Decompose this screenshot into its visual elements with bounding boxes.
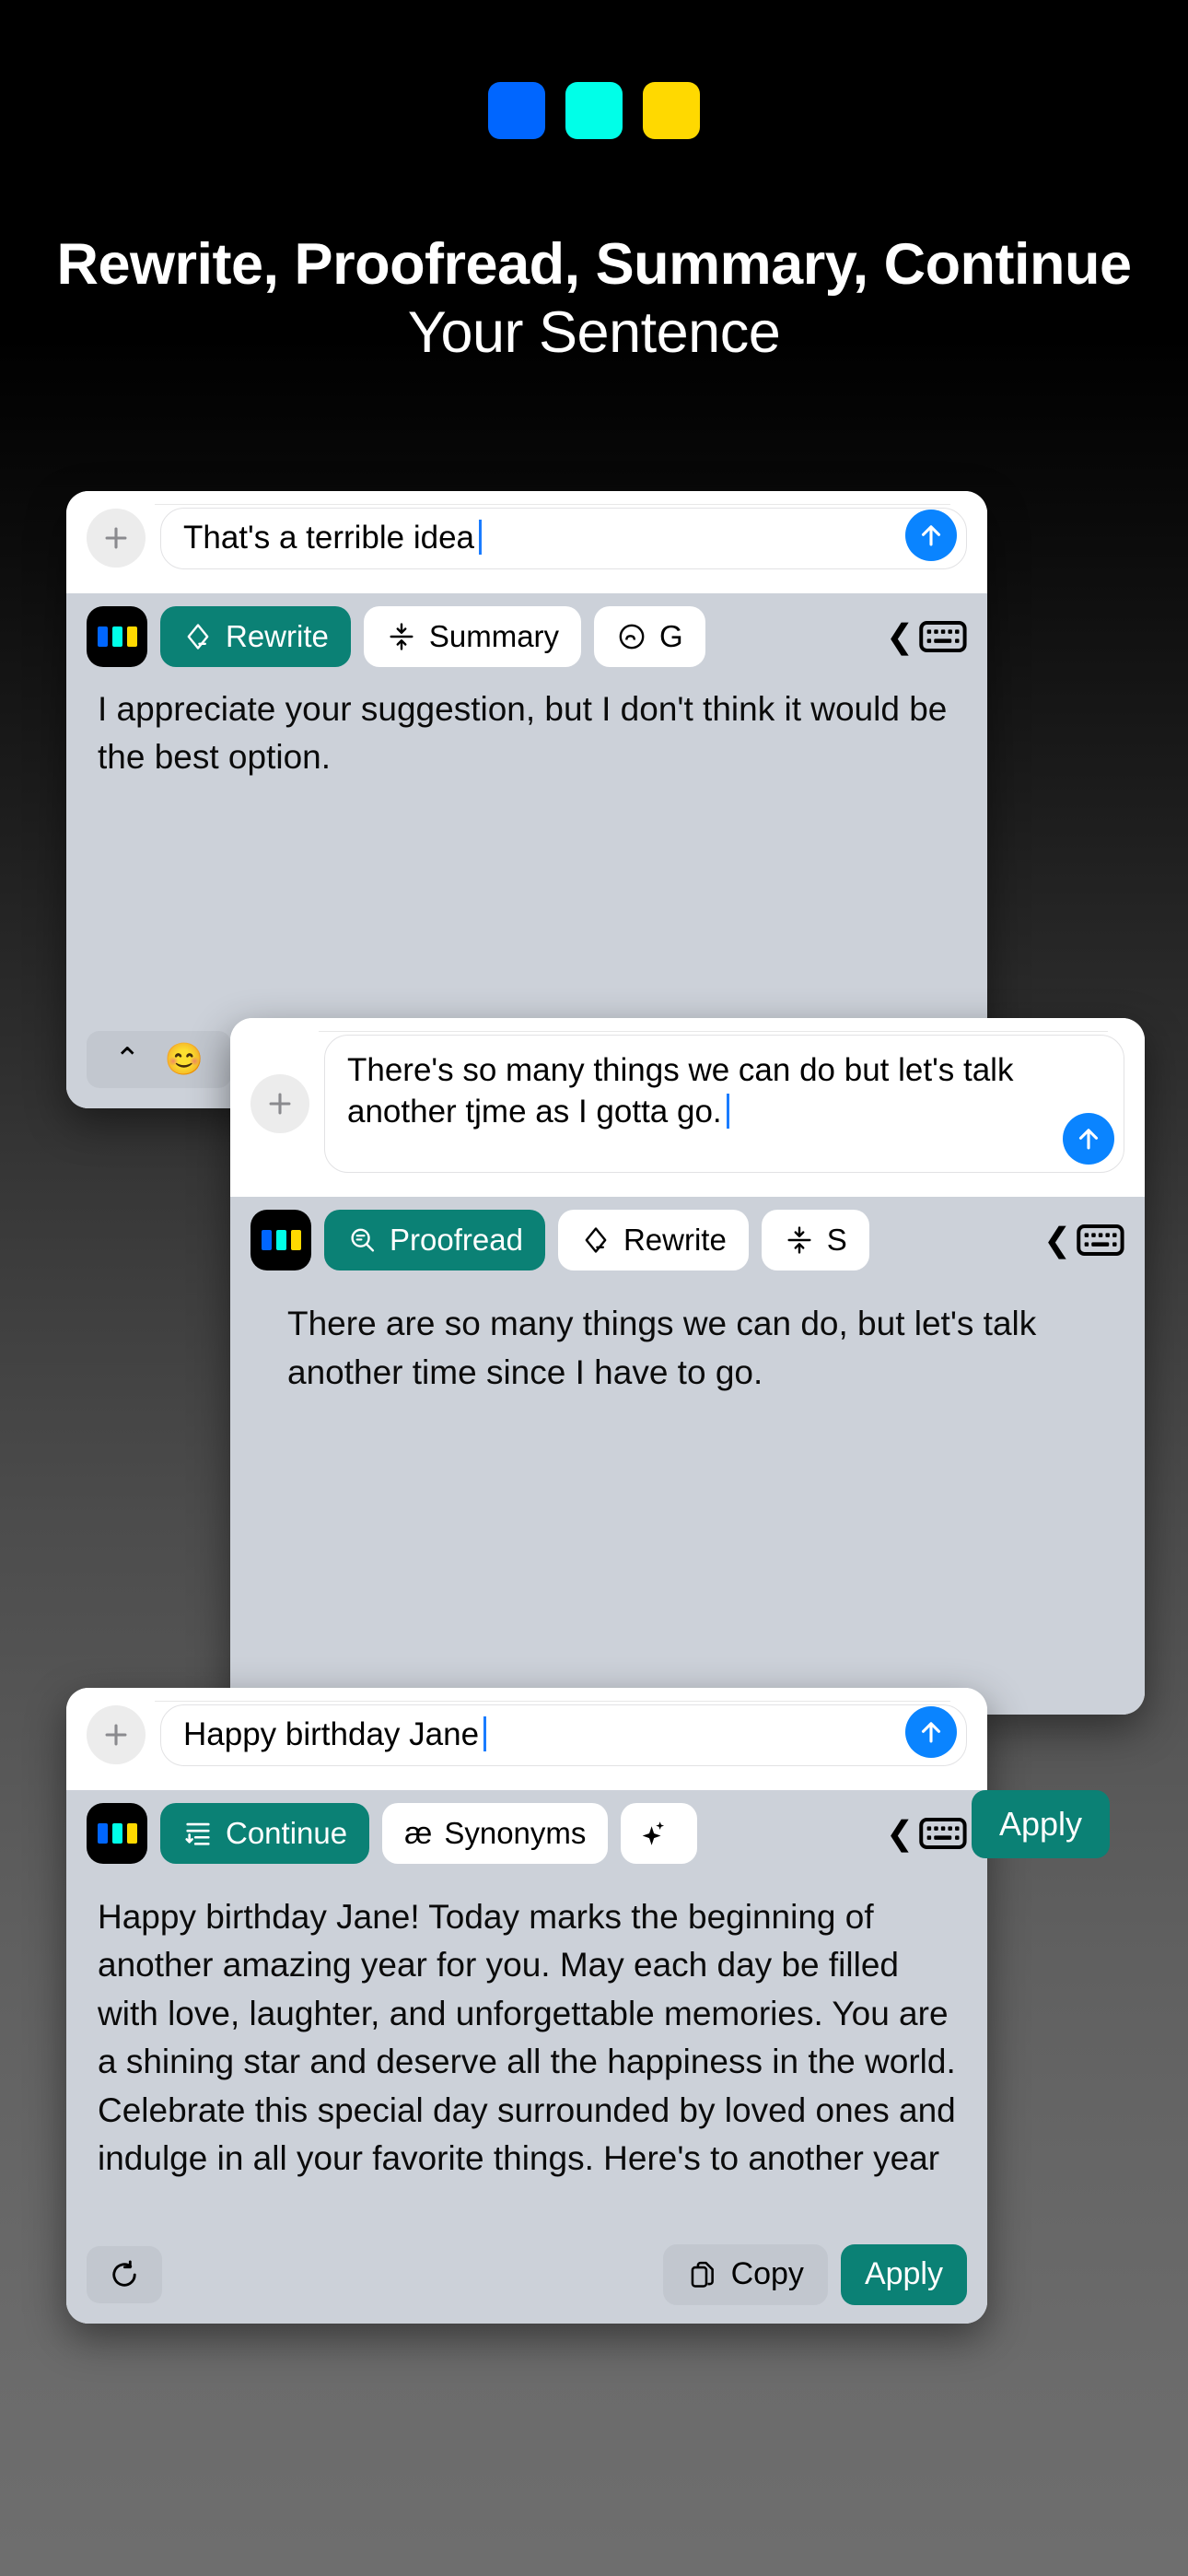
text-caret [726, 1093, 729, 1129]
chip-label: Proofread [390, 1223, 523, 1257]
apply-label: Apply [864, 2256, 943, 2292]
logo-square-blue [488, 82, 545, 139]
arrow-up-icon [921, 525, 941, 546]
keyboard-accessory-3: Continue æ Synonyms ❮ Happy birthday Jan… [66, 1789, 987, 2324]
keyboard-icon [919, 620, 967, 652]
keyboard-icon [1077, 1224, 1124, 1257]
headline-bold: Rewrite, Proofread, Summary, Continue [56, 232, 1132, 297]
text-field-2[interactable]: There's so many things we can do but let… [324, 1035, 1124, 1173]
app-icon-2[interactable] [250, 1210, 311, 1270]
send-button-1[interactable] [905, 509, 957, 561]
continue-icon [185, 1822, 210, 1845]
chip-rewrite-2[interactable]: Rewrite [557, 1210, 749, 1270]
input-value-1: That's a terrible idea [183, 520, 475, 556]
grammar-icon [619, 624, 645, 650]
chip-label: S [826, 1223, 847, 1257]
add-attachment-button[interactable] [87, 509, 146, 568]
text-caret [483, 1716, 487, 1751]
add-attachment-button-2[interactable] [250, 1074, 309, 1133]
synonyms-icon: æ [404, 1815, 433, 1851]
chip-label: Rewrite [623, 1223, 727, 1257]
rewrite-icon [187, 624, 209, 650]
chip-label: Continue [226, 1815, 348, 1850]
input-value-2: There's so many things we can do but let… [347, 1052, 1023, 1130]
result-text-1: I appreciate your suggestion, but I don'… [66, 679, 987, 782]
summary-icon [787, 1226, 811, 1254]
keyboard-accessory-2: Proofread Rewrite S ❮ There are so many … [230, 1197, 1145, 1715]
promo-screen: Rewrite, Proofread, Summary, Continue Yo… [0, 0, 1188, 2576]
keyboard-toggle-3[interactable]: ❮ [886, 1802, 974, 1864]
copy-label: Copy [730, 2256, 804, 2292]
rewrite-icon [585, 1227, 607, 1253]
logo-square-cyan [565, 82, 623, 139]
text-field-3[interactable]: Happy birthday Jane [160, 1704, 967, 1766]
chip-label: Summary [428, 618, 560, 653]
logo-square-yellow [643, 82, 700, 139]
chevron-left-icon: ❮ [1043, 1221, 1072, 1259]
chip-continue-3[interactable]: Continue [160, 1802, 370, 1864]
input-value-3: Happy birthday Jane [183, 1716, 480, 1752]
action-toolbar-1: Rewrite Summary G [66, 593, 987, 680]
text-caret [479, 520, 483, 555]
chip-sparkle-3[interactable] [621, 1802, 698, 1864]
action-toolbar-3: Continue æ Synonyms [66, 1790, 987, 1877]
message-input-row: That's a terrible idea [66, 491, 987, 593]
message-input-row-3: Happy birthday Jane [66, 1688, 987, 1790]
add-attachment-button-3[interactable] [87, 1705, 146, 1765]
chip-label: G [659, 618, 683, 653]
message-input-row-2: There's so many things we can do but let… [230, 1018, 1145, 1197]
apply-button-2[interactable]: Apply [972, 1790, 1111, 1858]
plus-icon [105, 1724, 127, 1746]
plus-icon [269, 1093, 291, 1115]
summary-icon [390, 623, 413, 650]
copy-button[interactable]: Copy [662, 2243, 828, 2305]
apply-button-3[interactable]: Apply [840, 2243, 967, 2305]
result-text-3: Happy birthday Jane! Today marks the beg… [66, 1876, 987, 2231]
copy-icon [691, 2261, 714, 2288]
chip-summary-2[interactable]: S [761, 1210, 869, 1270]
chip-synonyms-3[interactable]: æ Synonyms [382, 1802, 609, 1864]
plus-icon [105, 527, 127, 549]
app-logo [0, 82, 1188, 139]
action-toolbar-2: Proofread Rewrite S [230, 1197, 1145, 1283]
card-rewrite: That's a terrible idea Rewrite Summary G… [66, 491, 987, 1108]
text-field-1[interactable]: That's a terrible idea [160, 508, 967, 569]
chip-label: Synonyms [444, 1815, 587, 1850]
regenerate-button[interactable] [87, 2245, 162, 2303]
smiley-emoji: 😊 [164, 1041, 204, 1077]
result-text-2: There are so many things we can do, but … [230, 1283, 1145, 1398]
chevron-left-icon: ❮ [886, 1813, 914, 1852]
send-button-2[interactable] [1063, 1113, 1114, 1165]
send-button-3[interactable] [905, 1705, 957, 1758]
chip-proofread-2[interactable]: Proofread [324, 1210, 545, 1270]
chip-grammar-1[interactable]: G [594, 605, 705, 667]
card-continue: Happy birthday Jane Continue æ Synonyms [66, 1688, 987, 2324]
sparkle-icon [643, 1821, 665, 1845]
keyboard-toggle-2[interactable]: ❮ [1043, 1210, 1132, 1270]
chevron-up-icon: ⌃ [114, 1041, 141, 1077]
app-icon-3[interactable] [87, 1802, 147, 1864]
emoji-toggle-1[interactable]: ⌃ 😊 [87, 1030, 231, 1088]
app-icon-1[interactable] [87, 605, 147, 667]
page-title: Rewrite, Proofread, Summary, Continue Yo… [0, 230, 1188, 368]
refresh-icon [112, 2260, 136, 2287]
chip-rewrite-1[interactable]: Rewrite [160, 605, 351, 667]
keyboard-icon [919, 1817, 967, 1849]
result-actions-3: Copy Apply [66, 2231, 987, 2324]
arrow-up-icon [1078, 1129, 1099, 1150]
arrow-up-icon [921, 1722, 941, 1743]
card-proofread: There's so many things we can do but let… [230, 1018, 1145, 1715]
chip-summary-1[interactable]: Summary [363, 605, 582, 667]
chip-label: Rewrite [226, 618, 329, 653]
proofread-icon [351, 1228, 375, 1252]
chevron-left-icon: ❮ [886, 616, 914, 655]
keyboard-toggle-1[interactable]: ❮ [886, 605, 974, 667]
headline-regular: Your Sentence [407, 300, 781, 366]
